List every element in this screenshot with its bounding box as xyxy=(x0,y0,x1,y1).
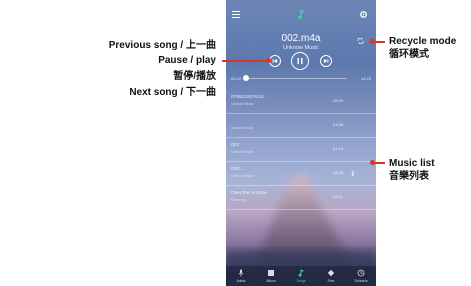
track-title: 002... xyxy=(231,167,244,172)
list-item[interactable]: 002... Unknow Music 44:23 xyxy=(226,162,376,186)
track-duration: 44:23 xyxy=(333,170,344,175)
track-title: Over the Horizon xyxy=(231,191,268,196)
mic-icon xyxy=(238,269,244,277)
nav-album[interactable]: Album xyxy=(258,269,284,285)
callout-line-music-list xyxy=(373,162,385,164)
clock-icon xyxy=(357,269,365,277)
callout-line-recycle xyxy=(373,41,385,43)
music-note-icon xyxy=(298,269,304,277)
previous-icon xyxy=(272,58,278,64)
track-artist: Unknow Music xyxy=(231,102,254,106)
next-button[interactable] xyxy=(320,55,332,67)
duration-time: 44:23 xyxy=(360,76,371,81)
top-bar xyxy=(226,0,376,32)
nav-songs[interactable]: Songs xyxy=(288,269,314,285)
folder-icon xyxy=(327,269,335,277)
track-artist: Samsung xyxy=(231,198,246,202)
list-item[interactable]: 003 Unknow Music 01:14 xyxy=(226,138,376,162)
track-title: 003 xyxy=(231,143,240,148)
list-item[interactable]: Unknow Music 01:08 xyxy=(226,114,376,138)
callout-music-list-cn: 音樂列表 xyxy=(389,171,429,182)
callout-previous-song: Previous song / 上一曲 xyxy=(108,40,216,51)
nav-label: Album xyxy=(266,279,276,283)
now-playing-title: 002.m4a xyxy=(281,33,321,44)
nav-label: Files xyxy=(327,279,335,283)
nav-label: Artists xyxy=(236,279,246,283)
nav-label: Songs xyxy=(296,279,306,283)
track-duration: 08:49 xyxy=(333,98,344,103)
progress-track[interactable] xyxy=(247,78,347,79)
album-icon xyxy=(268,270,274,276)
callout-recycle-mode: Recycle mode xyxy=(389,36,457,47)
track-duration: 01:14 xyxy=(333,146,344,151)
list-item[interactable]: 075521537619... Unknow Music 08:49 xyxy=(226,90,376,114)
nav-label: Schedule xyxy=(354,279,368,283)
track-duration: 01:08 xyxy=(333,122,344,127)
track-artist: Unknow Music xyxy=(231,174,254,178)
next-icon xyxy=(323,58,329,64)
repeat-mode-icon[interactable] xyxy=(357,38,364,44)
bottom-navigation: Artists Album Songs Files Schedule xyxy=(226,266,376,286)
track-title: 075521537619... xyxy=(231,95,268,100)
track-duration: 03:11 xyxy=(333,194,343,199)
play-pause-button[interactable] xyxy=(291,52,309,70)
menu-icon[interactable] xyxy=(232,11,240,18)
callout-pause-play-cn: 暂停/播放 xyxy=(173,71,216,82)
nav-artists[interactable]: Artists xyxy=(228,269,254,285)
callout-dot-previous xyxy=(266,58,271,63)
callout-pause-play: Pause / play xyxy=(158,55,216,66)
settings-icon[interactable] xyxy=(359,10,368,19)
now-playing-artist: Unknow Music xyxy=(283,45,319,51)
track-artist: Unknow Music xyxy=(231,150,254,154)
track-artist: Unknow Music xyxy=(231,126,254,130)
list-item[interactable]: Over the Horizon Samsung 03:11 xyxy=(226,186,376,210)
music-list: 075521537619... Unknow Music 08:49 Unkno… xyxy=(226,90,376,210)
pause-icon xyxy=(297,57,303,65)
music-note-logo-icon xyxy=(298,10,305,20)
elapsed-time: 00:12 xyxy=(231,76,242,81)
nav-schedule[interactable]: Schedule xyxy=(348,269,374,285)
progress-thumb[interactable] xyxy=(243,75,249,81)
nav-files[interactable]: Files xyxy=(318,269,344,285)
callout-next-song: Next song / 下一曲 xyxy=(129,87,216,98)
now-playing-indicator-icon xyxy=(351,170,354,176)
callout-line-previous xyxy=(222,60,268,62)
phone-screen: 002.m4a Unknow Music 00:12 44:23 0755215… xyxy=(226,0,376,286)
callout-recycle-mode-cn: 循环模式 xyxy=(389,49,429,60)
callout-music-list: Music list xyxy=(389,158,435,169)
